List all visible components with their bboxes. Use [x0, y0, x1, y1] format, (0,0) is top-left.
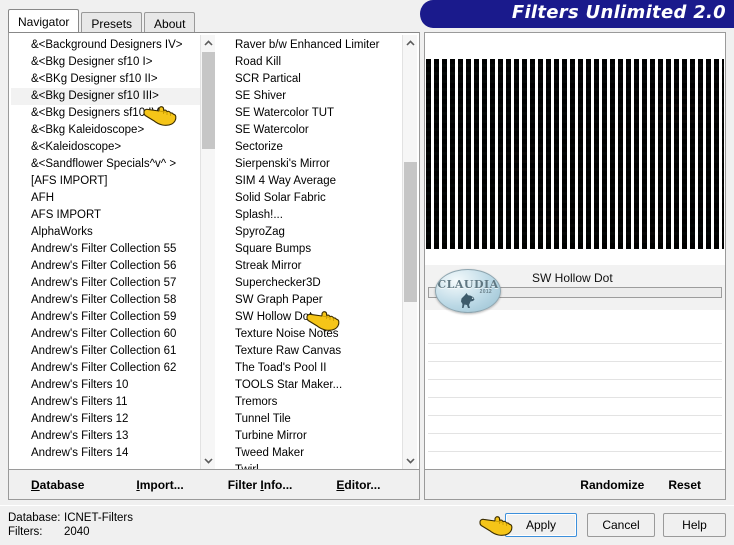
category-list-item[interactable]: AFS IMPORT [11, 207, 200, 224]
category-list-item[interactable]: AlphaWorks [11, 224, 200, 241]
category-list-item[interactable]: &<Sandflower Specials^v^ > [11, 156, 200, 173]
category-list-item[interactable]: Andrew's Filter Collection 58 [11, 292, 200, 309]
filter-list-item-label: SW Hollow Dot [235, 311, 313, 323]
filter-list-item[interactable]: Road Kill [221, 54, 402, 71]
status-database-label: Database: [8, 512, 61, 524]
category-list-item[interactable]: Andrew's Filters 14 [11, 445, 200, 462]
scroll-down-icon[interactable] [403, 453, 417, 469]
filter-list-item[interactable]: SW Graph Paper [221, 292, 402, 309]
category-list-item[interactable]: &<Background Designers IV> [11, 37, 200, 54]
dog-silhouette-icon [461, 293, 475, 308]
category-list-item[interactable]: &<Bkg Designer sf10 I> [11, 54, 200, 71]
filter-list-item[interactable]: Splash!... [221, 207, 402, 224]
category-list-item[interactable]: AFH [11, 190, 200, 207]
category-list-item[interactable]: &<BKg Designer sf10 II> [11, 71, 200, 88]
filter-list-item[interactable]: Tweed Maker [221, 445, 402, 462]
help-button[interactable]: Help [663, 513, 726, 537]
category-list-item[interactable]: &<Bkg Kaleidoscope> [11, 122, 200, 139]
menu-editor[interactable]: Editor... [336, 478, 380, 492]
filter-list-item[interactable]: SIM 4 Way Average [221, 173, 402, 190]
tab-presets[interactable]: Presets [81, 12, 143, 32]
category-list-item[interactable]: Andrew's Filters 12 [11, 411, 200, 428]
menu-filter-info[interactable]: Filter Info... [228, 478, 293, 492]
scroll-down-icon[interactable] [201, 453, 215, 469]
filter-list-item[interactable]: SE Watercolor [221, 122, 402, 139]
filter-list-items: Raver b/w Enhanced Limiter Road Kill SCR P… [221, 37, 402, 469]
status-filters-value: 2040 [64, 526, 90, 538]
filter-list-item[interactable]: Turbine Mirror [221, 428, 402, 445]
filter-list-item[interactable]: The Toad's Pool II [221, 360, 402, 377]
filter-list-item[interactable]: SW Hollow Dot [221, 309, 402, 326]
tab-about[interactable]: About [144, 12, 196, 32]
filter-list-item[interactable]: Raver b/w Enhanced Limiter [221, 37, 402, 54]
watermark-subtext: 2012 [479, 289, 492, 295]
app-title: Filters Unlimited 2.0 [511, 2, 726, 23]
category-list-item[interactable]: Andrew's Filter Collection 57 [11, 275, 200, 292]
apply-button[interactable]: Apply [505, 513, 577, 537]
status-filters-label: Filters: [8, 526, 43, 538]
preview-hollow-dots [426, 59, 724, 249]
filter-list-item[interactable]: Texture Noise Notes [221, 326, 402, 343]
filters-unlimited-dialog: Filters Unlimited 2.0 Navigator Presets … [0, 0, 734, 545]
category-list-item[interactable]: Andrew's Filter Collection 62 [11, 360, 200, 377]
filter-list-item[interactable]: TOOLS Star Maker... [221, 377, 402, 394]
preview-area[interactable] [425, 33, 725, 265]
category-scroll-thumb[interactable] [202, 52, 215, 149]
filter-list-item[interactable]: SCR Partical [221, 71, 402, 88]
filter-list-item[interactable]: SpyroZag [221, 224, 402, 241]
preview-action-bar: Randomize Reset [424, 470, 726, 500]
preview-panel: SW Hollow Dot CLAUDIA 2012 [424, 32, 726, 470]
filter-list-item[interactable]: Square Bumps [221, 241, 402, 258]
selected-filter-name: SW Hollow Dot [532, 271, 613, 285]
menu-database[interactable]: Database [31, 478, 84, 492]
category-listbox[interactable]: &<Background Designers IV> &<Bkg Designer… [11, 35, 215, 469]
claudia-watermark-logo: CLAUDIA 2012 [435, 269, 501, 313]
status-database-value: ICNET-Filters [64, 512, 133, 524]
category-list-item[interactable]: Andrew's Filters 11 [11, 394, 200, 411]
filter-list-item[interactable]: Tremors [221, 394, 402, 411]
status-info: Database: ICNET-Filters Filters: 2040 [8, 511, 133, 539]
filter-list-item[interactable]: Tunnel Tile [221, 411, 402, 428]
category-list-item[interactable]: Andrew's Filter Collection 60 [11, 326, 200, 343]
randomize-button[interactable]: Randomize [580, 478, 644, 492]
filter-list-item[interactable]: Superchecker3D [221, 275, 402, 292]
category-list-item[interactable]: Andrew's Filters 10 [11, 377, 200, 394]
footer-divider [0, 505, 734, 506]
category-list-item[interactable]: Andrew's Filters 13 [11, 428, 200, 445]
filter-list-item[interactable]: SE Shiver [221, 88, 402, 105]
tab-strip: Navigator Presets About [8, 9, 197, 32]
tab-navigator[interactable]: Navigator [8, 9, 80, 32]
category-list-items: &<Background Designers IV> &<Bkg Designer… [11, 37, 200, 469]
filter-scrollbar[interactable] [402, 35, 417, 469]
cancel-button[interactable]: Cancel [587, 513, 655, 537]
category-list-item[interactable]: Andrew's Filter Collection 61 [11, 343, 200, 360]
menu-import[interactable]: Import... [136, 478, 183, 492]
category-list-item[interactable]: Andrew's Filter Collection 55 [11, 241, 200, 258]
filter-list-item[interactable]: Sectorize [221, 139, 402, 156]
scroll-up-icon[interactable] [201, 35, 215, 51]
filter-list-item[interactable]: Twirl [221, 462, 402, 469]
filter-scroll-thumb[interactable] [404, 162, 417, 302]
navigator-menu-bar: Database Import... Filter Info... Editor… [8, 470, 420, 500]
filter-list-item[interactable]: Sierpenski's Mirror [221, 156, 402, 173]
filter-list-item[interactable]: Texture Raw Canvas [221, 343, 402, 360]
preview-image[interactable] [426, 59, 724, 249]
category-list-item[interactable]: Andrew's Filter Collection 56 [11, 258, 200, 275]
category-list-item[interactable]: &<Bkg Designer sf10 III> [11, 88, 200, 105]
filter-list-item[interactable]: SE Watercolor TUT [221, 105, 402, 122]
reset-button[interactable]: Reset [668, 478, 701, 492]
category-scrollbar[interactable] [200, 35, 215, 469]
scroll-up-icon[interactable] [403, 35, 417, 51]
category-list-item[interactable]: Andrew's Filter Collection 59 [11, 309, 200, 326]
category-list-item[interactable]: &<Bkg Designers sf10 IV> [11, 105, 200, 122]
filter-list-item[interactable]: Streak Mirror [221, 258, 402, 275]
category-list-item[interactable]: &<Kaleidoscope> [11, 139, 200, 156]
filter-parameters-panel: SW Hollow Dot CLAUDIA 2012 [425, 265, 725, 469]
filter-list-item[interactable]: Solid Solar Fabric [221, 190, 402, 207]
filter-listbox[interactable]: Raver b/w Enhanced Limiter Road Kill SCR P… [221, 35, 417, 469]
title-banner: Filters Unlimited 2.0 [420, 0, 734, 28]
navigator-panel: &<Background Designers IV> &<Bkg Designer… [8, 32, 420, 470]
category-list-item[interactable]: [AFS IMPORT] [11, 173, 200, 190]
